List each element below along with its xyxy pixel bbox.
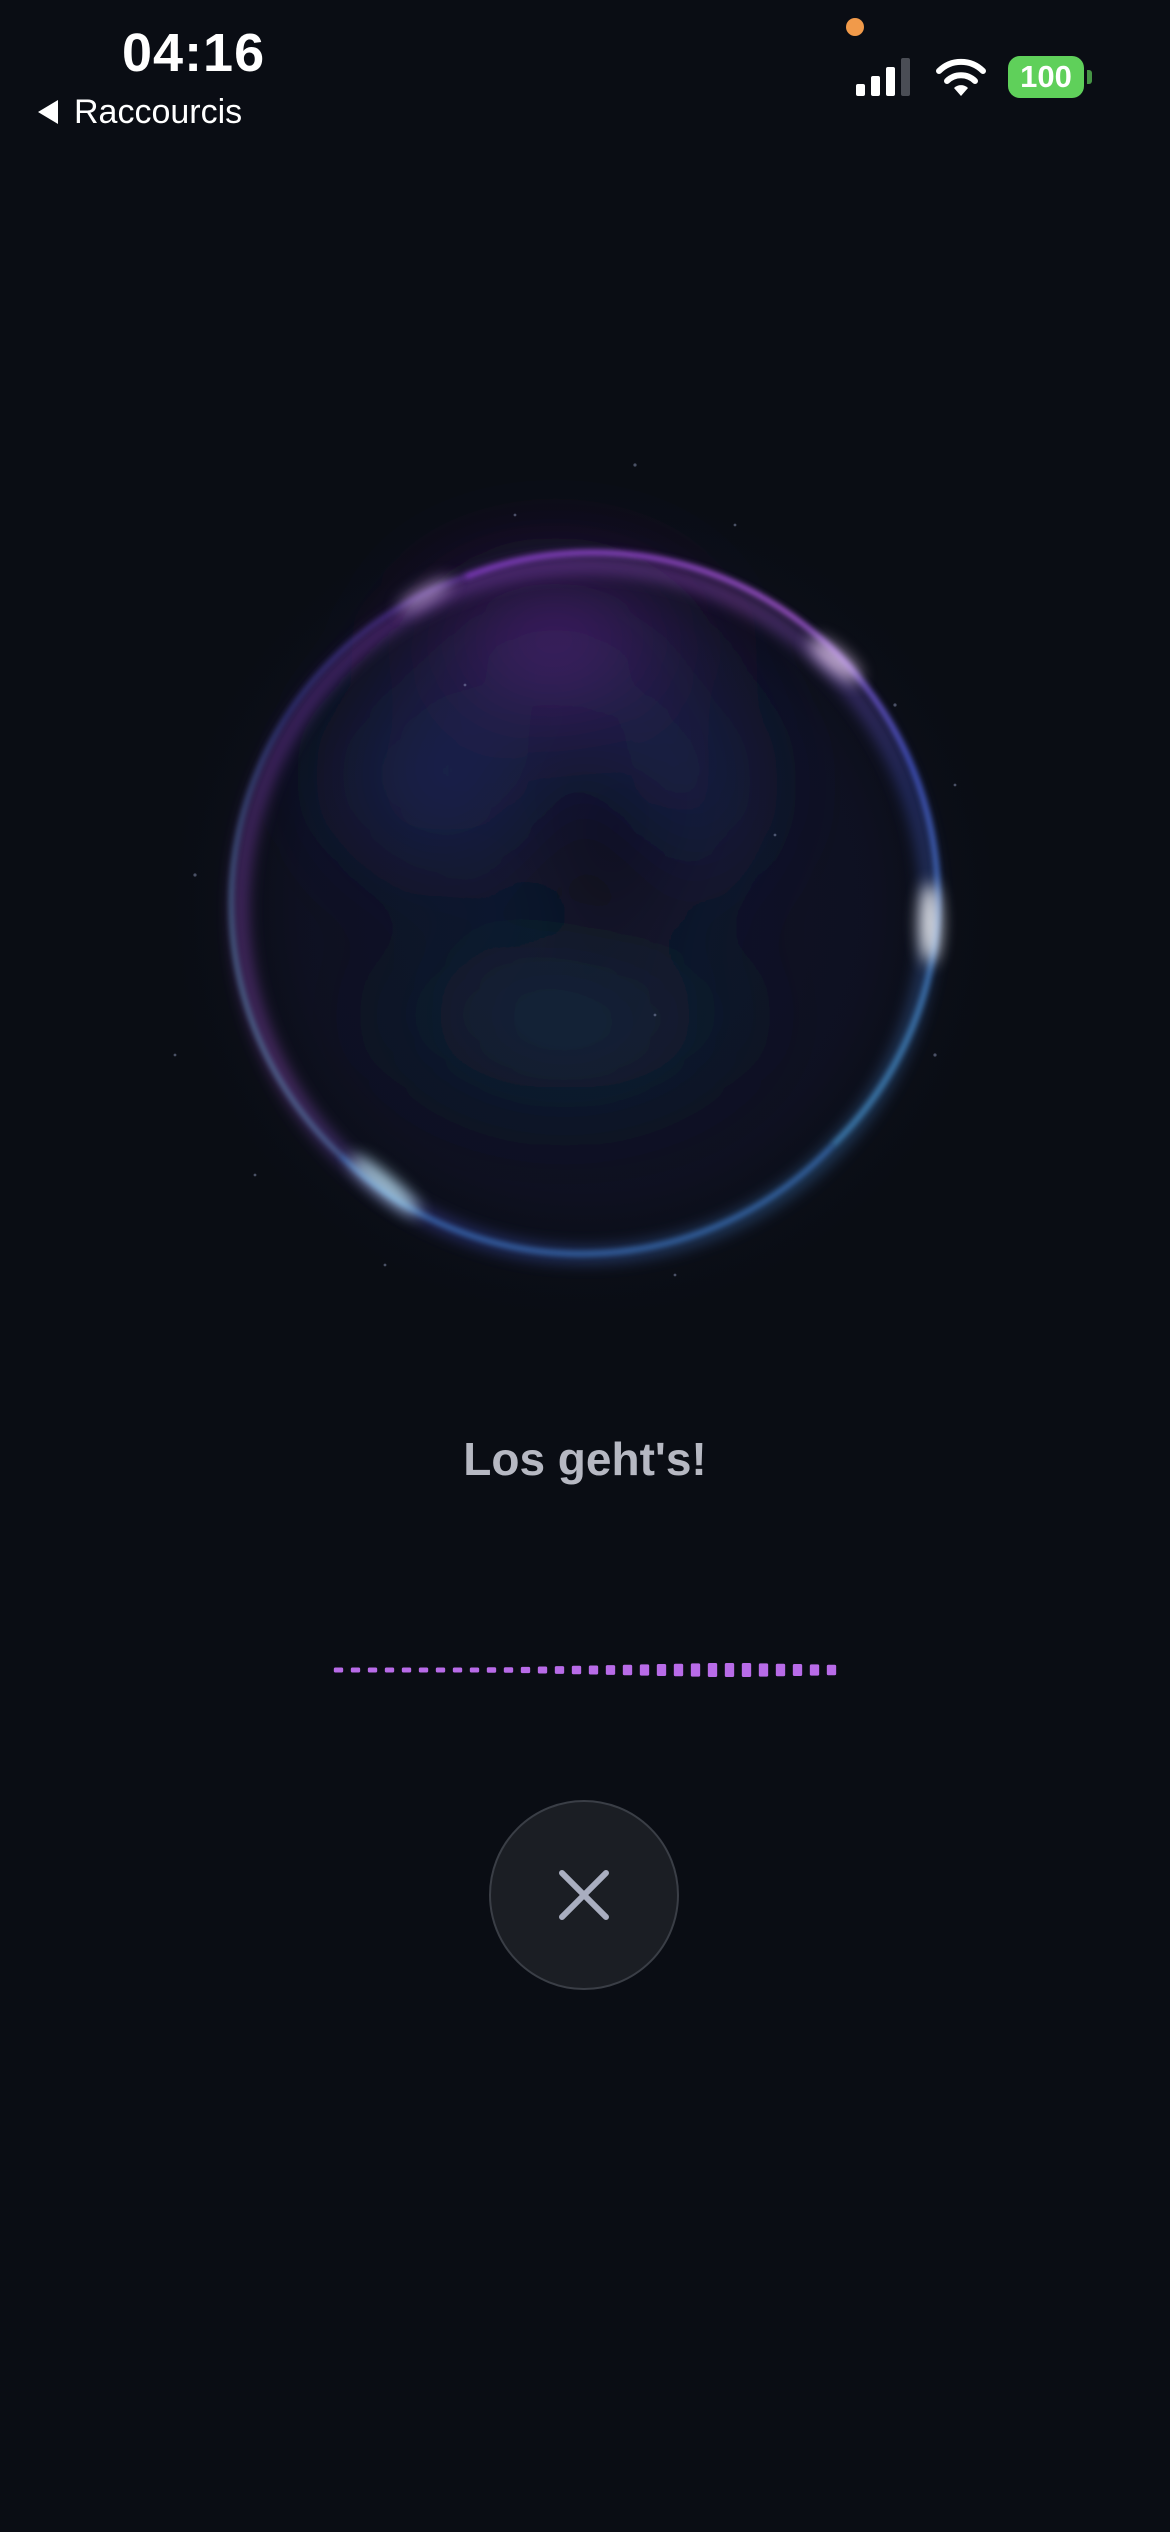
waveform-bar (826, 1664, 837, 1676)
waveform-bar (469, 1667, 480, 1673)
waveform-bar (333, 1667, 344, 1673)
waveform-bar (741, 1663, 752, 1677)
battery-icon: 100 (1008, 56, 1092, 98)
back-to-shortcuts-link[interactable]: Raccourcis (36, 90, 242, 134)
voice-orb (135, 455, 1035, 1355)
back-link-label: Raccourcis (74, 92, 243, 131)
waveform-bar (384, 1667, 395, 1673)
waveform-bar (537, 1666, 548, 1674)
status-time: 04:16 (122, 23, 266, 83)
waveform-bar (707, 1663, 718, 1677)
waveform-bar (367, 1667, 378, 1673)
voice-orb-graphic (145, 463, 1025, 1345)
waveform-bar (554, 1666, 565, 1674)
waveform-bar (656, 1664, 667, 1676)
battery-level: 100 (1008, 56, 1084, 98)
waveform-bar (452, 1667, 463, 1673)
cancel-button[interactable] (489, 1800, 679, 1990)
waveform-bar (350, 1667, 361, 1673)
waveform-bar (418, 1667, 429, 1673)
waveform-bar (503, 1667, 514, 1673)
waveform-bar (520, 1666, 531, 1674)
audio-waveform (333, 1663, 837, 1677)
waveform-bar (690, 1663, 701, 1677)
waveform-bar (622, 1664, 633, 1676)
waveform-bar (571, 1665, 582, 1675)
waveform-bar (486, 1667, 497, 1673)
waveform-bar (401, 1667, 412, 1673)
listening-prompt: Los geht's! (463, 1433, 707, 1485)
waveform-bar (792, 1664, 803, 1676)
waveform-bar (588, 1665, 599, 1675)
waveform-bar (809, 1664, 820, 1676)
waveform-bar (605, 1665, 616, 1675)
waveform-bar (775, 1663, 786, 1677)
privacy-indicator-dot (846, 18, 864, 36)
status-bar: 04:16 Raccourcis 100 (0, 0, 1170, 140)
wifi-icon (936, 58, 986, 96)
waveform-bar (724, 1663, 735, 1677)
battery-cap (1087, 70, 1092, 84)
close-icon (559, 1870, 609, 1920)
back-arrow-icon (38, 100, 58, 124)
signal-icon (856, 58, 910, 96)
waveform-bar (673, 1663, 684, 1677)
waveform-bar (435, 1667, 446, 1673)
waveform-bar (758, 1663, 769, 1677)
waveform-bar (639, 1664, 650, 1676)
